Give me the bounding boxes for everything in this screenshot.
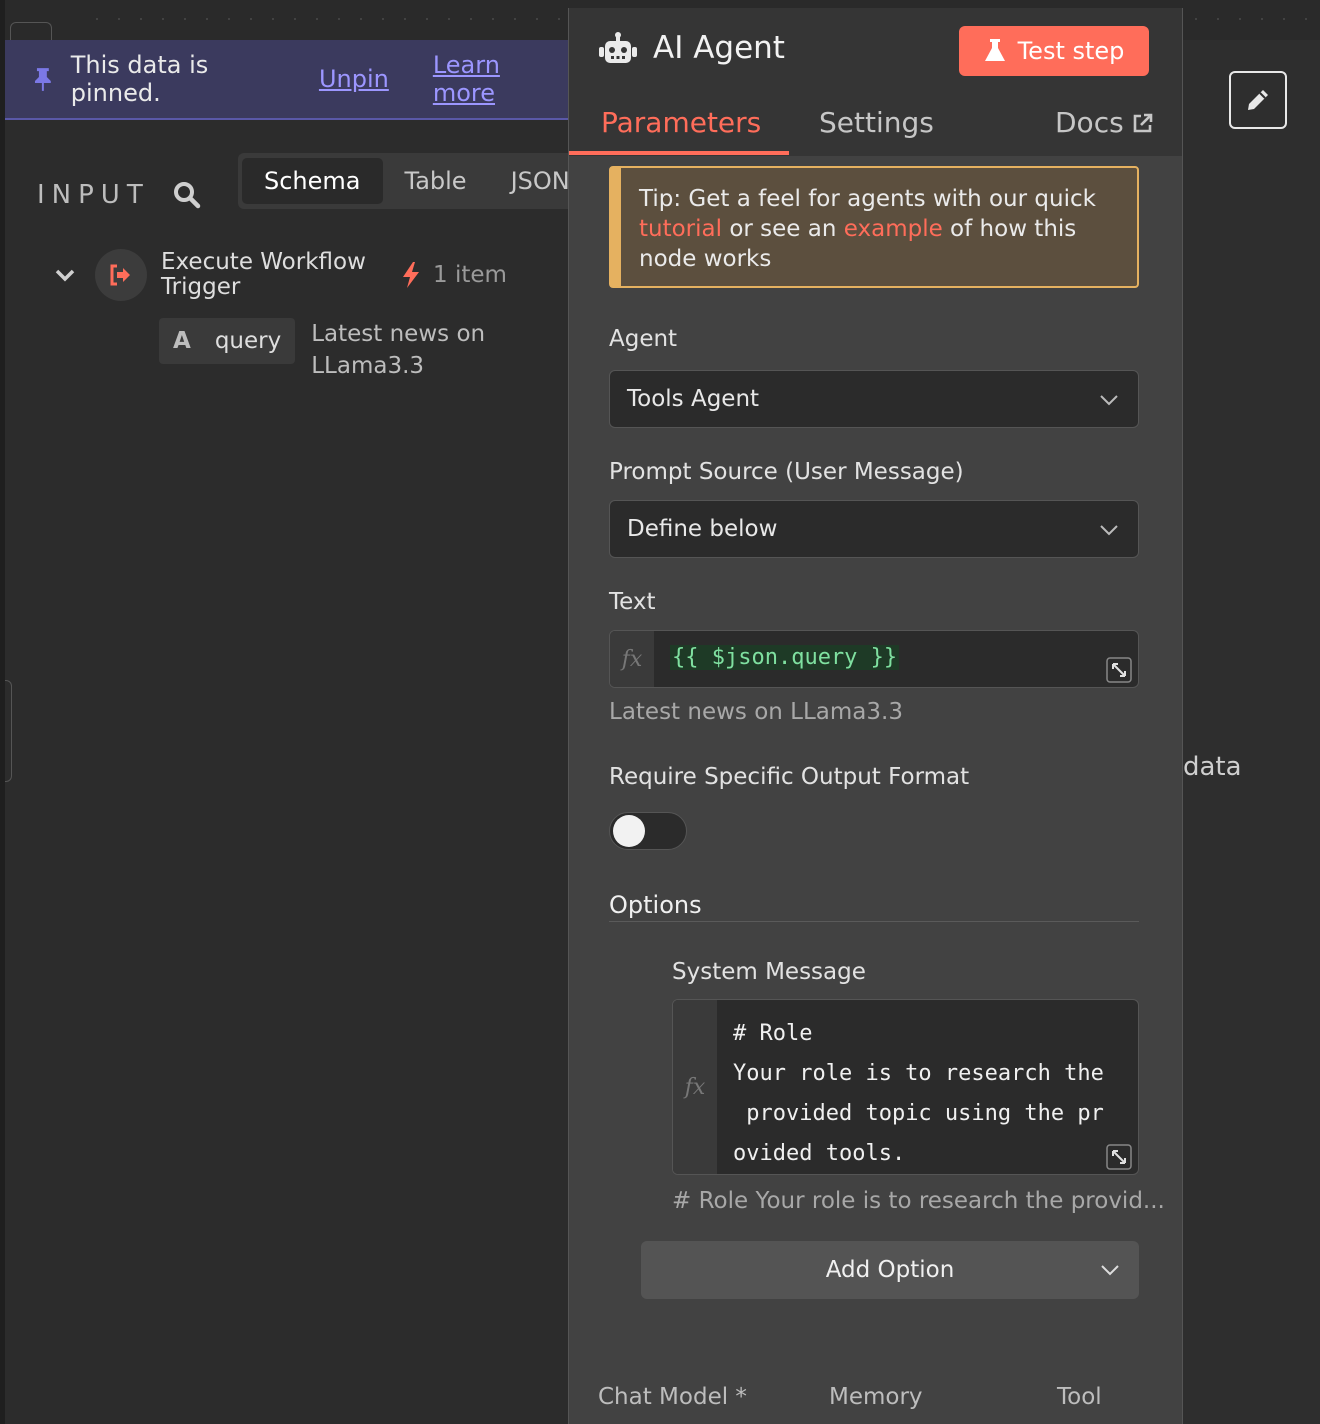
prompt-source-select[interactable]: Define below	[609, 500, 1139, 558]
learn-more-link[interactable]: Learn more	[433, 51, 568, 107]
expand-icon[interactable]	[1106, 1144, 1132, 1170]
test-step-label: Test step	[1017, 37, 1125, 65]
agent-value: Tools Agent	[627, 386, 760, 412]
input-node-name: Execute Workflow Trigger	[161, 249, 366, 300]
system-message-preview: # Role Your role is to research the prov…	[672, 1188, 1165, 1214]
input-title: INPUT	[37, 180, 150, 210]
pencil-icon	[1248, 90, 1268, 110]
test-step-button[interactable]: Test step	[959, 26, 1149, 76]
tab-parameters[interactable]: Parameters	[601, 106, 761, 139]
canvas-grid-right	[1185, 8, 1315, 38]
node-icon	[95, 249, 147, 301]
sign-in-icon	[110, 264, 130, 286]
active-tab-indicator	[569, 151, 789, 155]
toggle-knob	[613, 815, 645, 847]
panel-resize-handle[interactable]	[5, 680, 12, 782]
text-label: Text	[609, 589, 656, 615]
system-message-input[interactable]: fx # Role Your role is to research the p…	[672, 999, 1139, 1175]
input-header: INPUT	[37, 180, 202, 210]
search-icon[interactable]	[172, 180, 202, 210]
panel-header: AI Agent Test step Parameters Settings D…	[569, 8, 1182, 156]
tab-settings[interactable]: Settings	[819, 106, 934, 139]
tab-docs[interactable]: Docs	[1055, 106, 1154, 139]
fx-icon: fx	[610, 631, 654, 687]
edit-output-button[interactable]	[1229, 71, 1287, 129]
external-link-icon	[1133, 113, 1152, 133]
prompt-source-value: Define below	[627, 516, 778, 542]
example-link[interactable]: example	[844, 216, 943, 242]
chevron-down-icon[interactable]	[53, 263, 77, 287]
text-expression-input[interactable]: fx {{ $json.query }}	[609, 630, 1139, 688]
node-settings-panel: AI Agent Test step Parameters Settings D…	[568, 8, 1183, 1424]
docs-label: Docs	[1055, 106, 1124, 139]
tip-text-1: Tip: Get a feel for agents with our quic…	[639, 186, 1096, 212]
text-expression: {{ $json.query }}	[670, 645, 900, 670]
expand-icon[interactable]	[1106, 657, 1132, 683]
chevron-down-icon	[1100, 525, 1118, 536]
tab-table[interactable]: Table	[383, 158, 489, 204]
schema-field: A query Latest news on LLama3.3	[159, 318, 511, 382]
output-format-label: Require Specific Output Format	[609, 764, 970, 790]
input-node-row[interactable]: Execute Workflow Trigger 1 item	[53, 247, 553, 303]
unpin-link[interactable]: Unpin	[319, 65, 389, 93]
robot-icon	[599, 32, 637, 63]
tutorial-link[interactable]: tutorial	[639, 216, 722, 242]
tip-callout: Tip: Get a feel for agents with our quic…	[609, 166, 1139, 288]
node-title[interactable]: AI Agent	[653, 30, 785, 66]
tip-text-2: or see an	[722, 216, 844, 242]
field-chip[interactable]: A query	[159, 318, 296, 364]
chevron-down-icon	[1101, 1265, 1119, 1276]
system-message-label: System Message	[672, 959, 866, 985]
text-preview: Latest news on LLama3.3	[609, 699, 903, 725]
add-option-button[interactable]: Add Option	[641, 1241, 1139, 1299]
options-divider	[609, 921, 1139, 922]
fx-icon: fx	[673, 1000, 717, 1174]
chat-model-connector[interactable]: Chat Model *	[598, 1384, 747, 1410]
canvas-grid	[86, 8, 566, 38]
system-message-value: # Role Your role is to research the prov…	[733, 1021, 1104, 1166]
chevron-down-icon	[1100, 395, 1118, 406]
output-text-fragment: data	[1183, 752, 1242, 782]
tab-json[interactable]: JSON	[489, 158, 578, 204]
view-tabs: Schema Table JSON	[238, 153, 578, 209]
pinned-banner: This data is pinned. Unpin Learn more	[5, 40, 568, 120]
prompt-source-label: Prompt Source (User Message)	[609, 459, 964, 485]
input-panel: This data is pinned. Unpin Learn more IN…	[5, 40, 578, 1424]
string-type-icon: A	[173, 328, 191, 354]
tool-connector[interactable]: Tool	[1057, 1384, 1102, 1410]
pinned-message: This data is pinned.	[70, 51, 209, 107]
item-count: 1 item	[433, 262, 507, 288]
bolt-icon	[403, 262, 419, 288]
tab-schema[interactable]: Schema	[242, 158, 383, 204]
agent-label: Agent	[609, 326, 678, 352]
output-format-toggle[interactable]	[609, 812, 687, 850]
agent-select[interactable]: Tools Agent	[609, 370, 1139, 428]
pin-icon	[34, 68, 51, 91]
field-name: query	[214, 328, 282, 354]
add-option-label: Add Option	[825, 1257, 955, 1283]
options-title: Options	[609, 891, 702, 919]
field-value: Latest news on LLama3.3	[311, 321, 486, 379]
flask-icon	[984, 39, 1005, 61]
memory-connector[interactable]: Memory	[829, 1384, 923, 1410]
